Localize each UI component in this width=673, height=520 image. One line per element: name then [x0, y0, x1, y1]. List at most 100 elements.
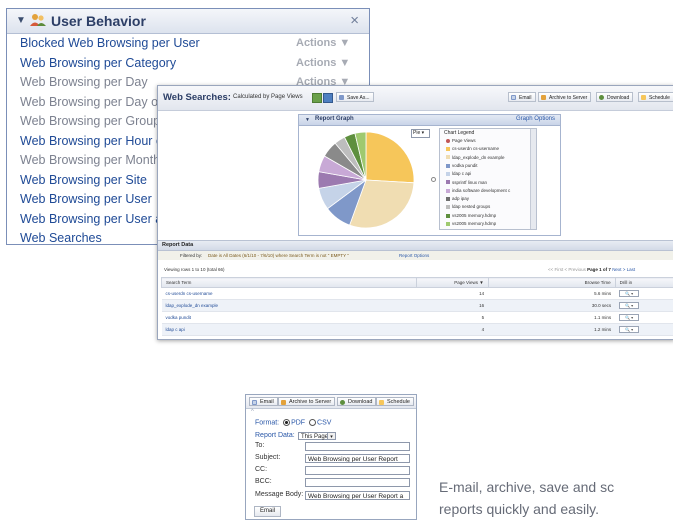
legend-item: ssprintf linux man — [446, 180, 487, 185]
send-email-button[interactable]: Email — [254, 506, 281, 517]
legend-item: adp ipay — [446, 196, 469, 201]
legend-item: ldap c api — [446, 171, 471, 176]
message-field[interactable]: Web Browsing per User Report a — [305, 491, 410, 500]
report-link-label: Web Browsing per User ar — [20, 212, 166, 226]
cell-views: 16 — [416, 300, 488, 312]
schedule-button[interactable]: Schedule — [638, 92, 673, 102]
legend-swatch — [446, 139, 450, 143]
col-browse-time[interactable]: Browse Time — [488, 278, 615, 288]
cell-term[interactable]: vodka pundit — [162, 312, 417, 324]
actions-menu[interactable]: Actions ▼ — [296, 34, 350, 54]
drill-in-button[interactable]: 🔍 ▾ — [619, 314, 639, 321]
cell-term[interactable]: ldap c api — [162, 324, 417, 336]
report-link-label: Web Browsing per Hour of — [20, 134, 166, 148]
subject-label: Subject: — [255, 454, 280, 461]
pager-next[interactable]: Next > Last — [612, 267, 635, 272]
legend-swatch — [446, 147, 450, 151]
col-page-views[interactable]: Page Views ▼ — [416, 278, 488, 288]
to-field[interactable] — [305, 442, 410, 451]
cell-term[interactable]: ldap_explode_dn example — [162, 300, 417, 312]
legend-label: vodka pundit — [452, 163, 478, 168]
message-label: Message Body: — [255, 491, 303, 498]
report-data-title: Report Data — [162, 242, 193, 248]
save-as-button[interactable]: Save As... — [336, 92, 374, 102]
panel-title: User Behavior — [51, 13, 146, 29]
subject-field[interactable]: Web Browsing per User Report — [305, 454, 410, 463]
collapse-arrow-icon[interactable]: ▼ — [305, 117, 310, 123]
schedule-button[interactable]: Schedule — [376, 397, 414, 406]
archive-button[interactable]: Archive to Server — [278, 397, 335, 406]
table-toggle-icon[interactable] — [323, 93, 333, 103]
pager: << First < Previous Page 1 of 7 Next > L… — [548, 267, 635, 272]
report-link-label: Web Browsing per Day of W — [20, 95, 177, 109]
legend-swatch — [446, 222, 450, 226]
legend-scrollbar[interactable] — [530, 129, 536, 229]
filter-value: Date is All Dates (6/1/10 - 7/6/10) wher… — [208, 251, 349, 260]
panel-header[interactable]: ▼ User Behavior × — [7, 9, 369, 34]
legend-swatch — [446, 180, 450, 184]
cell-term[interactable]: cs-userdn cs-username — [162, 288, 417, 300]
download-button[interactable]: Download — [596, 92, 633, 102]
chart-legend: Chart Legend Page Viewscs-userdn cs-user… — [439, 128, 537, 230]
legend-item: Page Views — [446, 138, 476, 143]
graph-options-link[interactable]: Graph Options — [516, 116, 555, 122]
cc-field[interactable] — [305, 466, 410, 475]
tagline: E-mail, archive, save and sc reports qui… — [439, 476, 614, 520]
cell-views: 14 — [416, 288, 488, 300]
cell-time: 5.6 mins — [488, 288, 615, 300]
report-link[interactable]: Blocked Web Browsing per UserActions ▼ — [7, 34, 369, 54]
actions-menu[interactable]: Actions ▼ — [296, 54, 350, 74]
download-button[interactable]: Download — [337, 397, 376, 406]
viewing-rows: Viewing rows 1 to 10 (total 66) — [164, 267, 224, 272]
close-icon[interactable]: × — [350, 12, 359, 29]
users-icon — [30, 13, 46, 27]
drill-in-button[interactable]: 🔍 ▾ — [619, 290, 639, 297]
pie-chart — [308, 128, 428, 232]
archive-button[interactable]: Archive to Server — [538, 92, 591, 102]
legend-swatch — [446, 189, 450, 193]
legend-swatch — [446, 164, 450, 168]
chart-type-select[interactable]: Pie ▾ — [411, 129, 430, 138]
legend-item: vs2005 memory.hdmp — [446, 221, 496, 226]
report-data-select[interactable]: This Page▾ — [298, 432, 336, 440]
cell-views: 4 — [416, 324, 488, 336]
report-link[interactable]: Web Browsing per CategoryActions ▼ — [7, 54, 369, 74]
report-data-label: Report Data: — [255, 432, 295, 439]
legend-label: adp ipay — [452, 196, 469, 201]
graph-header[interactable]: ▼ Report Graph Graph Options — [299, 115, 560, 126]
chevron-down-icon: ▾ — [327, 433, 335, 439]
drill-in-button[interactable]: 🔍 ▾ — [619, 326, 639, 333]
table-row: ldap_explode_dn example1630.0 secs 🔍 ▾ — [162, 300, 673, 312]
legend-label: india software development c — [452, 188, 510, 193]
report-link-label: Web Browsing per Group — [20, 114, 160, 128]
bcc-field[interactable] — [305, 478, 410, 487]
report-options-link[interactable]: Report Options — [399, 251, 429, 260]
legend-toggle-icon[interactable] — [431, 177, 436, 182]
graph-title: Report Graph — [315, 116, 354, 122]
chart-toggle-icon[interactable] — [312, 93, 322, 103]
report-graph-panel: ▼ Report Graph Graph Options Pie ▾ Chart… — [298, 114, 561, 236]
email-button[interactable]: Email — [508, 92, 536, 102]
legend-swatch — [446, 172, 450, 176]
legend-swatch — [446, 205, 450, 209]
cell-drill: 🔍 ▾ — [615, 312, 673, 324]
col-search-term[interactable]: Search Term — [162, 278, 417, 288]
drill-in-button[interactable]: 🔍 ▾ — [619, 302, 639, 309]
format-row: Format: PDF CSV — [255, 419, 331, 426]
legend-label: ldap_explode_dn example — [452, 155, 505, 160]
pager-prev[interactable]: << First < Previous — [548, 267, 586, 272]
email-button[interactable]: Email — [249, 397, 278, 406]
dialog-toolbar: Email Archive to Server Download Schedul… — [246, 395, 416, 409]
calculated-by: Calculated by Page Views — [233, 94, 303, 100]
collapse-arrow-icon[interactable]: ▼ — [16, 15, 26, 26]
legend-item: cs-userdn cs-username — [446, 146, 499, 151]
report-link-label: Web Browsing per Site — [20, 173, 147, 187]
legend-swatch — [446, 197, 450, 201]
tagline-line-1: E-mail, archive, save and sc — [439, 476, 614, 498]
pdf-radio[interactable] — [283, 419, 290, 426]
legend-label: ssprintf linux man — [452, 180, 487, 185]
legend-item: vodka pundit — [446, 163, 478, 168]
cc-label: CC: — [255, 466, 267, 473]
csv-radio[interactable] — [309, 419, 316, 426]
cell-time: 30.0 secs — [488, 300, 615, 312]
